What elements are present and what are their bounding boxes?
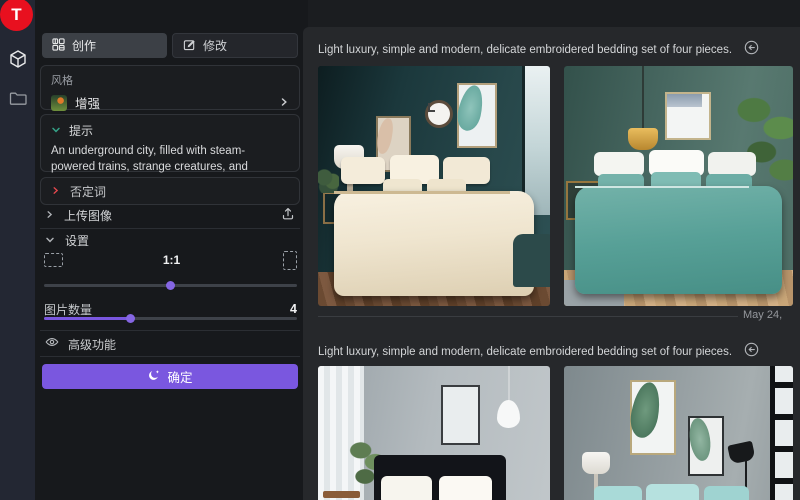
nav-rail: T — [0, 0, 35, 500]
post-caption: Light luxury, simple and modern, delicat… — [318, 44, 732, 56]
cube-icon[interactable] — [7, 48, 28, 69]
aspect-portrait-icon[interactable] — [283, 251, 297, 270]
pillow — [439, 476, 492, 500]
feed-divider — [318, 316, 738, 317]
pendant-cord — [642, 66, 644, 131]
pillow — [341, 157, 385, 183]
feather — [376, 118, 394, 155]
style-value: 增强 — [75, 93, 271, 112]
window — [770, 366, 793, 500]
framed-art — [441, 385, 480, 445]
reuse-prompt-icon[interactable] — [744, 342, 759, 362]
wall-clock — [425, 100, 453, 128]
image-count-label: 图片数量 — [44, 301, 290, 318]
tab-create[interactable]: 创作 — [42, 33, 167, 58]
app-window: T 创作 — [0, 0, 800, 500]
framed-art-seascape — [665, 92, 711, 140]
chevron-right-red-icon — [51, 182, 60, 200]
image-count-slider-thumb[interactable] — [126, 314, 135, 323]
style-selector[interactable]: 风格 增强 — [40, 65, 300, 110]
reuse-prompt-icon[interactable] — [744, 40, 759, 60]
post-caption-row: Light luxury, simple and modern, delicat… — [318, 342, 759, 362]
framed-art-leaf — [457, 83, 496, 148]
advanced-features-row[interactable]: 高级功能 — [45, 334, 116, 354]
pillow — [594, 152, 644, 176]
pillow — [708, 152, 756, 176]
generated-image-2[interactable] — [564, 66, 793, 306]
pillow — [704, 486, 750, 500]
aspect-slider-thumb[interactable] — [166, 281, 175, 290]
image-count-value: 4 — [290, 302, 297, 316]
advanced-features-label: 高级功能 — [68, 336, 116, 353]
divider — [40, 356, 300, 357]
tab-modify[interactable]: 修改 — [172, 33, 298, 58]
image-count-slider-fill — [44, 317, 130, 320]
tab-modify-label: 修改 — [203, 37, 227, 54]
plant — [318, 167, 339, 193]
post-caption-row: Light luxury, simple and modern, delicat… — [318, 40, 759, 60]
divider — [40, 228, 300, 229]
generated-image-1[interactable] — [318, 66, 550, 306]
confirm-button[interactable]: 确定 — [42, 364, 298, 389]
chevron-down-icon — [45, 231, 55, 249]
leaf — [455, 83, 487, 133]
edit-pencil-icon — [183, 38, 196, 54]
style-label: 风格 — [51, 72, 289, 88]
embroidery-line — [575, 186, 748, 188]
style-thumbnail — [51, 95, 67, 111]
eye-icon — [45, 335, 59, 354]
negative-prompt-box[interactable]: 否定词 — [40, 177, 300, 205]
image-count-slider[interactable] — [44, 317, 297, 320]
bed-duvet — [575, 186, 781, 294]
pillow — [381, 476, 432, 500]
post-date: May 24, — [743, 309, 800, 323]
sea — [667, 94, 702, 106]
chevron-right-icon — [45, 206, 54, 224]
create-grid-icon — [52, 38, 65, 54]
chevron-right-icon — [279, 94, 289, 112]
upload-label: 上传图像 — [64, 207, 271, 224]
pendant-lamp — [628, 128, 658, 150]
embroidery-line — [334, 191, 510, 194]
settings-header[interactable]: 设置 — [45, 230, 89, 250]
negative-label: 否定词 — [70, 183, 106, 200]
leaf — [687, 417, 712, 462]
prompt-label: 提示 — [69, 122, 93, 139]
upload-icon[interactable] — [281, 206, 295, 225]
armchair — [513, 234, 550, 287]
pendant-cord — [508, 366, 510, 402]
settings-label: 设置 — [65, 232, 89, 249]
confirm-label: 确定 — [167, 367, 192, 386]
framed-art-leaf — [630, 380, 676, 454]
magic-moon-icon — [147, 369, 160, 385]
post-caption: Light luxury, simple and modern, delicat… — [318, 346, 732, 358]
chevron-down-teal-icon — [51, 121, 61, 139]
clock-hand — [428, 103, 430, 110]
generation-feed: Light luxury, simple and modern, delicat… — [303, 27, 800, 500]
prompt-text[interactable]: An underground city, filled with steam-p… — [51, 143, 289, 175]
table-lamp-shade — [582, 452, 609, 474]
side-table — [323, 491, 360, 498]
generated-image-3[interactable] — [318, 366, 550, 500]
aspect-ratio-value: 1:1 — [35, 253, 308, 267]
clock-hand — [428, 110, 435, 112]
pillow — [646, 484, 699, 500]
pendant-lamp — [497, 400, 520, 429]
prompt-box[interactable]: 提示 An underground city, filled with stea… — [40, 114, 300, 172]
brand-avatar[interactable]: T — [0, 0, 33, 31]
leaf — [628, 380, 664, 440]
wall — [564, 366, 793, 500]
aspect-slider[interactable] — [44, 284, 297, 287]
divider — [40, 330, 300, 331]
bed-duvet — [334, 191, 534, 297]
generated-image-4[interactable] — [564, 366, 793, 500]
folder-icon[interactable] — [7, 88, 28, 109]
upload-image-row[interactable]: 上传图像 — [40, 203, 300, 227]
framed-art-leaf — [688, 416, 725, 476]
tab-create-label: 创作 — [72, 37, 96, 54]
pillow — [594, 486, 642, 500]
generation-panel: 创作 修改 风格 增强 提 — [35, 0, 308, 500]
